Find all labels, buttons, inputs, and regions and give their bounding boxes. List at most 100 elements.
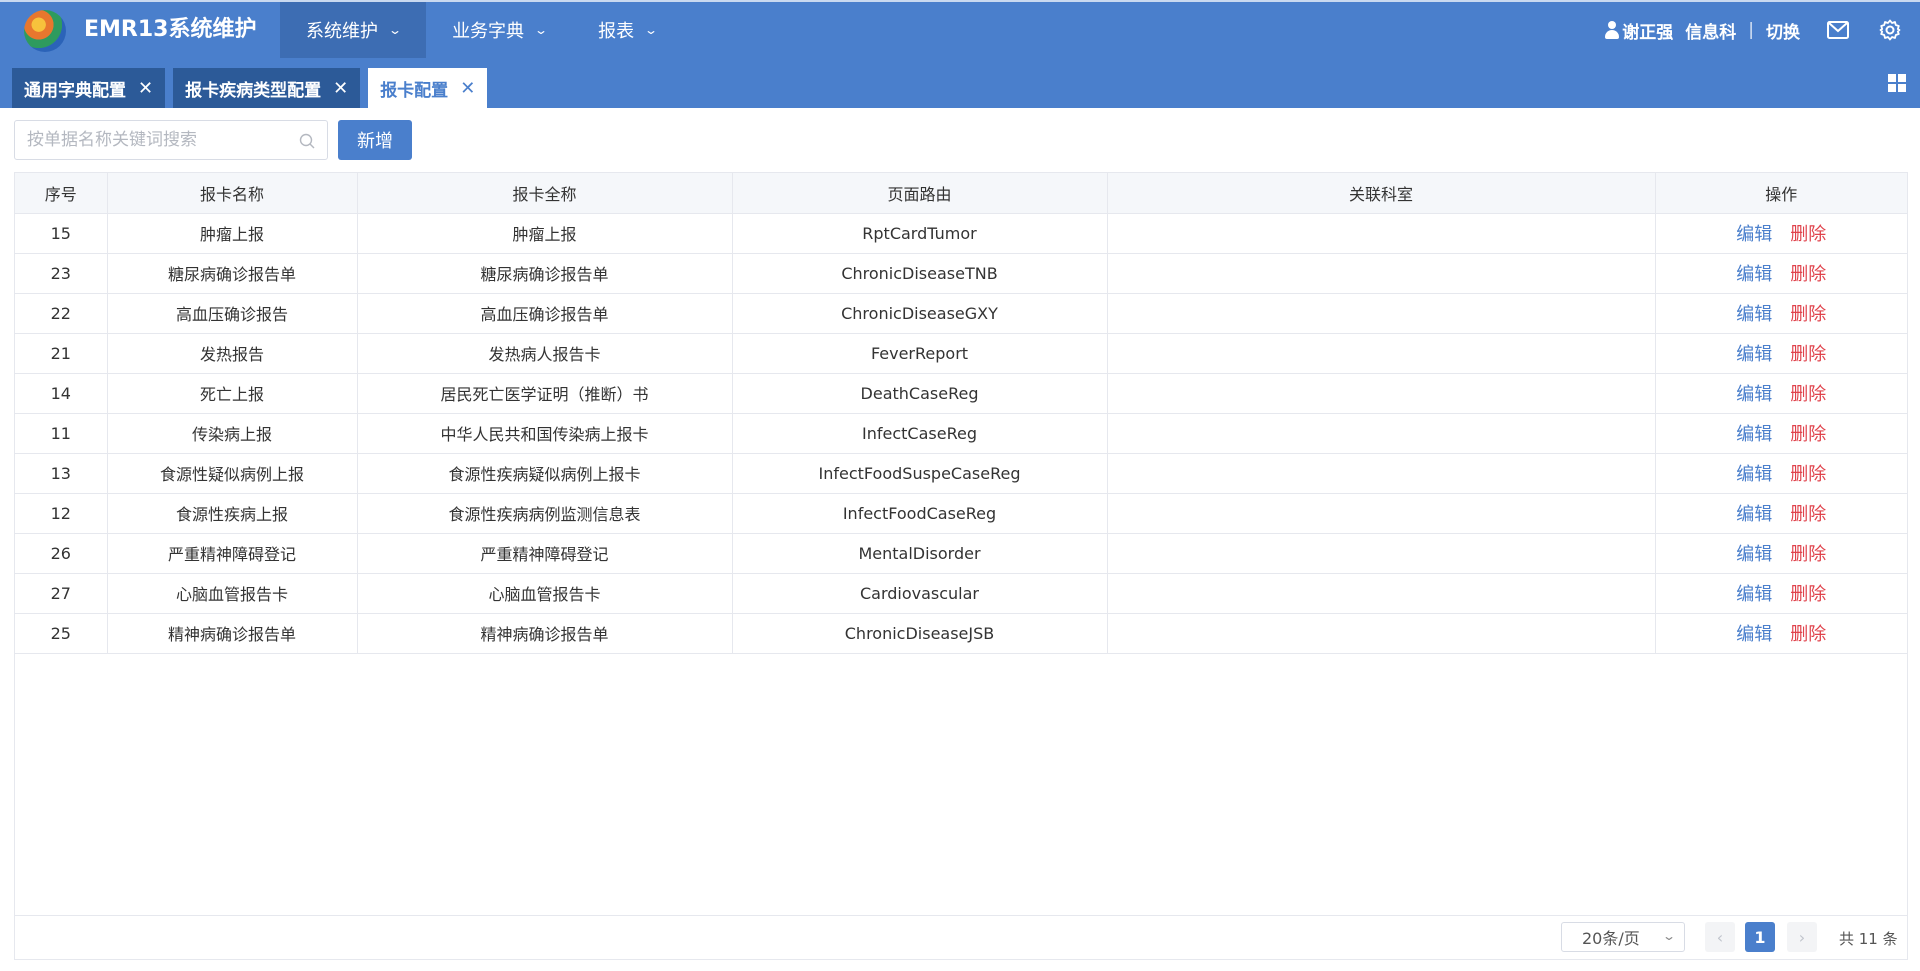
table-row: 25 精神病确诊报告单 精神病确诊报告单 ChronicDiseaseJSB 编辑 删除 — [15, 613, 1907, 654]
table-row: 26 严重精神障碍登记 严重精神障碍登记 MentalDisorder 编辑 删除 — [15, 533, 1907, 574]
app-logo — [24, 10, 66, 52]
nav-item-system-maintenance[interactable]: 系统维护 ⌄ — [280, 2, 427, 58]
edit-link[interactable]: 编辑 — [1736, 264, 1772, 285]
edit-link[interactable]: 编辑 — [1736, 544, 1772, 565]
page-size-select[interactable]: 20条/页 ⌄ — [1561, 922, 1685, 952]
separator: | — [1748, 20, 1754, 40]
close-icon[interactable]: ✕ — [333, 78, 348, 99]
cell-route: InfectFoodSuspeCaseReg — [732, 453, 1108, 494]
cell-route: InfectCaseReg — [732, 413, 1108, 454]
search-icon[interactable] — [299, 133, 315, 149]
table-row: 21 发热报告 发热病人报告卡 FeverReport 编辑 删除 — [15, 333, 1907, 374]
cell-id: 13 — [15, 453, 108, 494]
delete-link[interactable]: 删除 — [1790, 344, 1826, 365]
settings-icon[interactable] — [1878, 18, 1902, 42]
user-name: 谢正强 — [1622, 22, 1674, 43]
edit-link[interactable]: 编辑 — [1736, 304, 1772, 325]
cell-full-name: 肿瘤上报 — [357, 213, 733, 254]
cell-route: MentalDisorder — [732, 533, 1108, 574]
nav-item-reports[interactable]: 报表 ⌄ — [572, 2, 682, 58]
delete-link[interactable]: 删除 — [1790, 464, 1826, 485]
cell-route: InfectFoodCaseReg — [732, 493, 1108, 534]
cell-dept — [1107, 493, 1656, 534]
switch-label: 切换 — [1766, 22, 1800, 43]
delete-link[interactable]: 删除 — [1790, 624, 1826, 645]
cell-route: ChronicDiseaseGXY — [732, 293, 1108, 334]
table-row: 27 心脑血管报告卡 心脑血管报告卡 Cardiovascular 编辑 删除 — [15, 573, 1907, 614]
cell-name: 食源性疑似病例上报 — [107, 453, 358, 494]
column-header-full-name: 报卡全称 — [357, 173, 733, 214]
cell-actions: 编辑 删除 — [1655, 573, 1907, 614]
cell-actions: 编辑 删除 — [1655, 413, 1907, 454]
delete-link[interactable]: 删除 — [1790, 424, 1826, 445]
nav-label: 报表 — [598, 21, 635, 42]
close-icon[interactable]: ✕ — [138, 78, 153, 99]
cell-id: 12 — [15, 493, 108, 534]
grid-menu-icon[interactable] — [1888, 74, 1906, 92]
cell-id: 25 — [15, 613, 108, 654]
close-icon[interactable]: ✕ — [460, 78, 475, 99]
delete-link[interactable]: 删除 — [1790, 544, 1826, 565]
cell-full-name: 精神病确诊报告单 — [357, 613, 733, 654]
search-input[interactable] — [15, 121, 327, 159]
table-row: 11 传染病上报 中华人民共和国传染病上报卡 InfectCaseReg 编辑 删除 — [15, 413, 1907, 454]
edit-link[interactable]: 编辑 — [1736, 624, 1772, 645]
column-header-route: 页面路由 — [732, 173, 1108, 214]
column-header-dept: 关联科室 — [1107, 173, 1656, 214]
cell-name: 高血压确诊报告 — [107, 293, 358, 334]
tab-general-dictionary[interactable]: 通用字典配置 ✕ — [12, 68, 166, 108]
cell-name: 食源性疾病上报 — [107, 493, 358, 534]
chevron-down-icon: ⌄ — [1661, 929, 1677, 943]
mail-icon[interactable] — [1826, 18, 1850, 42]
nav-item-business-dictionary[interactable]: 业务字典 ⌄ — [426, 2, 572, 58]
search-box — [14, 120, 328, 160]
table-row: 23 糖尿病确诊报告单 糖尿病确诊报告单 ChronicDiseaseTNB 编辑 删除 — [15, 253, 1907, 294]
data-table: 序号 报卡名称 报卡全称 页面路由 关联科室 操作 15 肿瘤上报 肿瘤上报 RptC… — [15, 173, 1907, 654]
delete-link[interactable]: 删除 — [1790, 264, 1826, 285]
cell-id: 14 — [15, 373, 108, 414]
current-page-button[interactable]: 1 — [1745, 922, 1775, 952]
total-count: 共 11 条 — [1839, 930, 1898, 948]
cell-actions: 编辑 删除 — [1655, 213, 1907, 254]
edit-link[interactable]: 编辑 — [1736, 424, 1772, 445]
edit-link[interactable]: 编辑 — [1736, 344, 1772, 365]
cell-route: ChronicDiseaseJSB — [732, 613, 1108, 654]
cell-dept — [1107, 333, 1656, 374]
edit-link[interactable]: 编辑 — [1736, 504, 1772, 525]
cell-route: Cardiovascular — [732, 573, 1108, 614]
cell-actions: 编辑 删除 — [1655, 493, 1907, 534]
edit-link[interactable]: 编辑 — [1736, 224, 1772, 245]
cell-route: DeathCaseReg — [732, 373, 1108, 414]
add-button[interactable]: 新增 — [338, 120, 412, 160]
cell-name: 传染病上报 — [107, 413, 358, 454]
edit-link[interactable]: 编辑 — [1736, 584, 1772, 605]
cell-id: 23 — [15, 253, 108, 294]
user-profile[interactable]: 谢正强 — [1604, 18, 1673, 43]
tab-label: 报卡配置 — [380, 80, 449, 101]
table-row: 13 食源性疑似病例上报 食源性疾病疑似病例上报卡 InfectFoodSuspeCa… — [15, 453, 1907, 494]
nav-label: 业务字典 — [452, 21, 525, 42]
column-header-actions: 操作 — [1655, 173, 1907, 214]
department-label: 信息科 — [1685, 18, 1736, 43]
switch-button[interactable]: 切换 — [1766, 18, 1800, 43]
app-title: EMR13系统维护 — [84, 17, 257, 42]
delete-link[interactable]: 删除 — [1790, 384, 1826, 405]
delete-link[interactable]: 删除 — [1790, 504, 1826, 525]
next-page-button[interactable]: › — [1787, 922, 1817, 952]
edit-link[interactable]: 编辑 — [1736, 464, 1772, 485]
cell-full-name: 高血压确诊报告单 — [357, 293, 733, 334]
tab-card-disease-type[interactable]: 报卡疾病类型配置 ✕ — [173, 68, 361, 108]
cell-name: 死亡上报 — [107, 373, 358, 414]
edit-link[interactable]: 编辑 — [1736, 384, 1772, 405]
chevron-down-icon: ⌄ — [534, 23, 549, 37]
table-row: 12 食源性疾病上报 食源性疾病病例监测信息表 InfectFoodCaseReg 编辑… — [15, 493, 1907, 534]
column-header-name: 报卡名称 — [107, 173, 358, 214]
main-nav: 系统维护 ⌄ 业务字典 ⌄ 报表 ⌄ — [280, 2, 682, 58]
delete-link[interactable]: 删除 — [1790, 224, 1826, 245]
prev-page-button[interactable]: ‹ — [1705, 922, 1735, 952]
delete-link[interactable]: 删除 — [1790, 304, 1826, 325]
cell-dept — [1107, 573, 1656, 614]
delete-link[interactable]: 删除 — [1790, 584, 1826, 605]
cell-dept — [1107, 213, 1656, 254]
tab-card-config[interactable]: 报卡配置 ✕ — [368, 68, 488, 108]
